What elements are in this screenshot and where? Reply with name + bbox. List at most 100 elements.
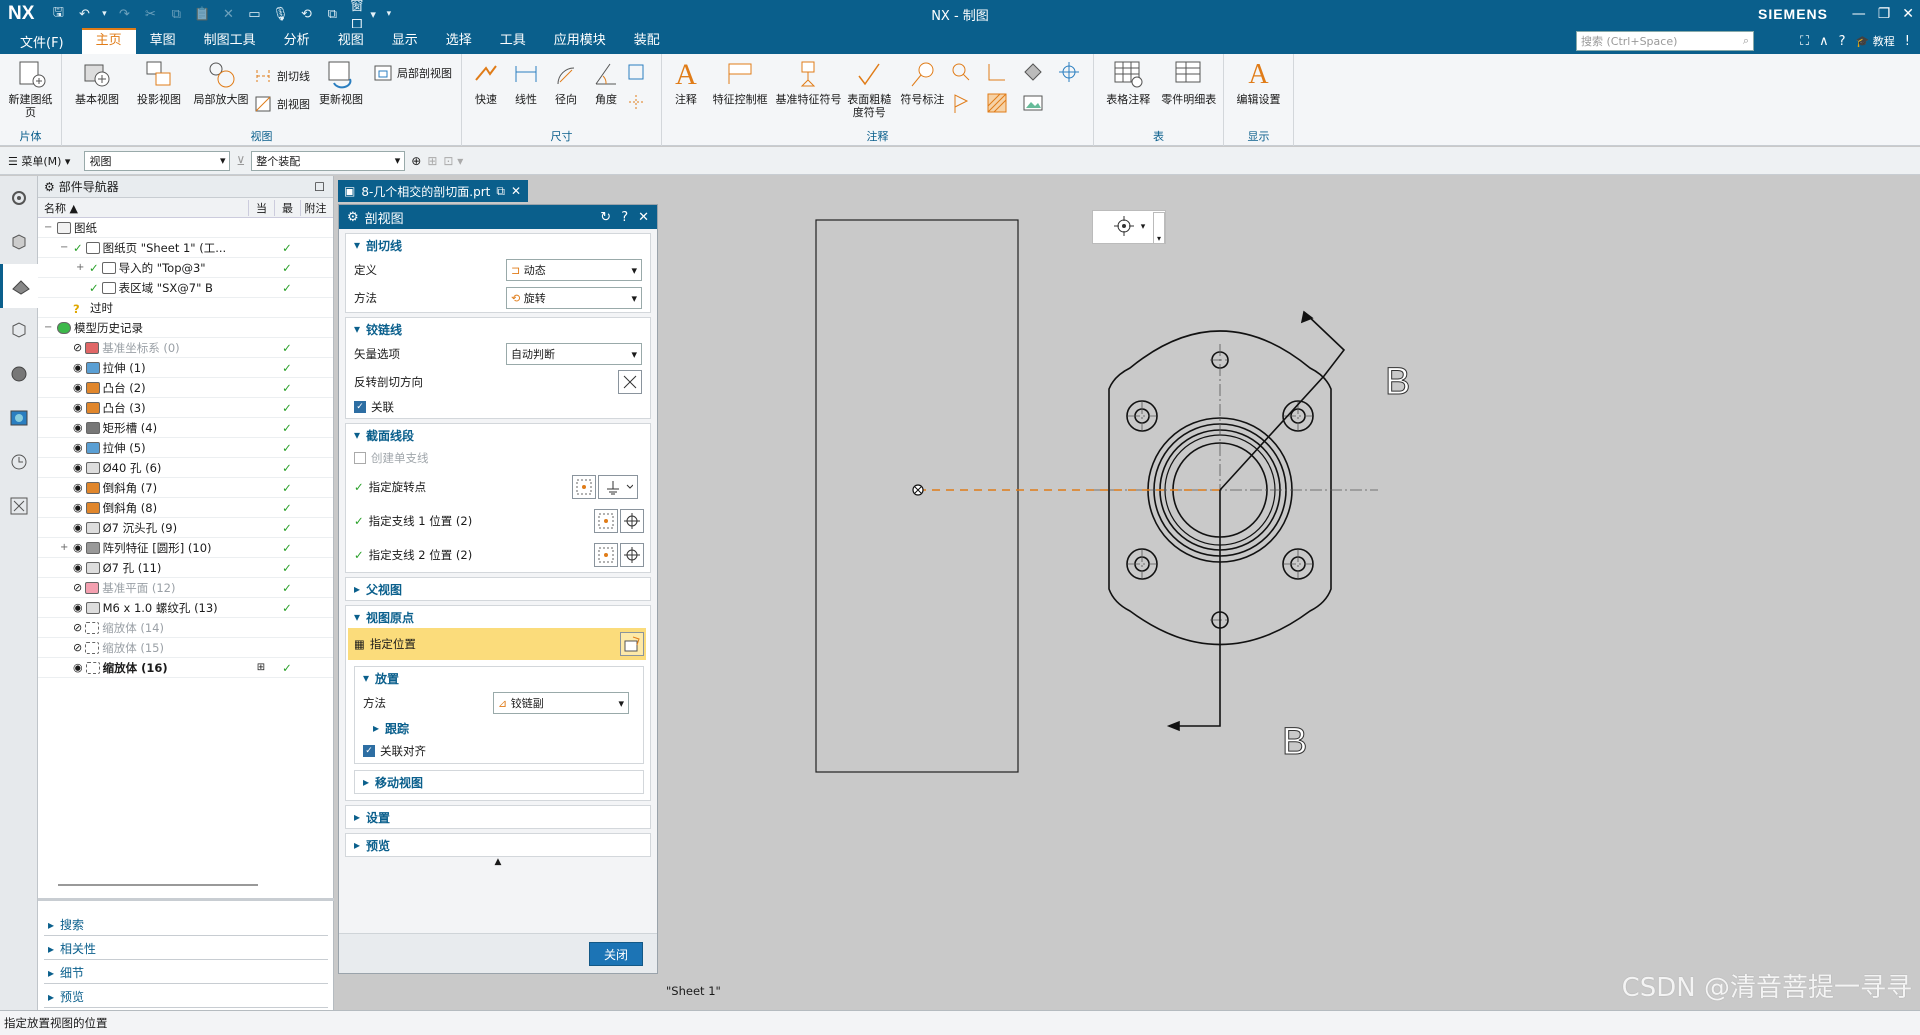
linear-dimension-button[interactable]: 线性: [506, 58, 546, 106]
expander-icon[interactable]: +: [76, 262, 86, 273]
visibility-eye-icon[interactable]: ◉: [73, 561, 83, 574]
point-dialog-button[interactable]: [572, 475, 596, 499]
constraint-navigator-icon[interactable]: [0, 308, 38, 352]
navigator-section-1[interactable]: ▸ 相关性: [44, 938, 328, 960]
break-out-section-button[interactable]: 局部剖视图: [372, 58, 452, 82]
rapid-dimension-button[interactable]: 快速: [466, 58, 506, 106]
tree-row[interactable]: ◉ M6 x 1.0 螺纹孔 (13) ✓: [38, 598, 333, 618]
column-note[interactable]: 附注: [300, 199, 330, 216]
filter-icon[interactable]: ⊻: [236, 154, 245, 168]
method-select[interactable]: ⟲ 旋转 ▾: [506, 287, 642, 309]
group-toggle-segments[interactable]: ▾ 截面线段: [346, 424, 650, 446]
detail-view-button[interactable]: 局部放大图: [190, 58, 252, 106]
checked-icon[interactable]: ✓: [73, 241, 83, 255]
associative-checkbox[interactable]: ✓: [354, 401, 366, 413]
settings-gear-icon[interactable]: [0, 176, 38, 220]
tree-row[interactable]: ◉ Ø7 沉头孔 (9) ✓: [38, 518, 333, 538]
group-toggle-preview[interactable]: ▸ 预览: [346, 834, 650, 856]
navigator-splitter[interactable]: [38, 898, 334, 901]
tree-row[interactable]: ⊘ 缩放体 (15): [38, 638, 333, 658]
tree-row[interactable]: ◉ 矩形槽 (4) ✓: [38, 418, 333, 438]
reset-icon[interactable]: ↻: [600, 210, 611, 225]
restore-icon[interactable]: ❐: [1878, 6, 1891, 22]
image-icon[interactable]: [1021, 91, 1053, 118]
group-toggle-hinge[interactable]: ▾ 铰链线: [346, 318, 650, 340]
tab-pin-icon[interactable]: ⧉: [496, 184, 505, 199]
tree-row[interactable]: − 模型历史记录: [38, 318, 333, 338]
alert-icon[interactable]: !: [1905, 34, 1910, 49]
navigator-gear-icon[interactable]: ⚙: [44, 180, 55, 194]
tab-0[interactable]: 主页: [81, 28, 136, 54]
angular-dimension-button[interactable]: 角度: [586, 58, 626, 106]
point-dialog-button[interactable]: [594, 509, 618, 533]
tree-row[interactable]: − ✓ 图纸页 "Sheet 1" (工... ✓: [38, 238, 333, 258]
navigator-section-2[interactable]: ▸ 细节: [44, 962, 328, 984]
hatch-icon[interactable]: [985, 91, 1017, 118]
snap-point-dropdown[interactable]: [598, 475, 638, 499]
touch-mode-icon[interactable]: ▭: [244, 4, 264, 24]
selection-scope-select[interactable]: 整个装配 ▾: [251, 150, 406, 171]
paste-icon[interactable]: 📋: [192, 4, 212, 24]
checked-icon[interactable]: ✓: [89, 281, 99, 295]
column-latest[interactable]: 最: [274, 199, 300, 216]
navigator-maximize-icon[interactable]: ☐: [314, 180, 325, 194]
window-menu[interactable]: 窗口 ▾: [348, 0, 378, 33]
parts-list-button[interactable]: 零件明细表: [1159, 58, 1220, 106]
file-menu[interactable]: 文件(F): [0, 32, 82, 51]
dialog-close-icon[interactable]: ✕: [638, 210, 649, 225]
group-toggle-move[interactable]: ▸ 移动视图: [355, 771, 643, 793]
column-name[interactable]: 名称 ▲: [38, 200, 248, 216]
tab-2[interactable]: 制图工具: [190, 28, 270, 54]
tree-row[interactable]: ⊘ 基准平面 (12) ✓: [38, 578, 333, 598]
save-icon[interactable]: 🖫: [48, 4, 68, 24]
single-branch-row[interactable]: 创建单支线: [346, 446, 650, 470]
visibility-eye-icon[interactable]: ◉: [73, 521, 83, 534]
drawing-canvas[interactable]: ▾ ▾ B B "Sheet 1" CSDN @清音菩提一寻寻: [660, 176, 1920, 1010]
snap-icon[interactable]: ⊞: [427, 154, 437, 168]
expander-icon[interactable]: −: [44, 322, 54, 333]
tab-9[interactable]: 装配: [620, 28, 674, 54]
datum-feature-button[interactable]: 基准特征符号: [774, 58, 842, 106]
associative-row[interactable]: ✓ 关联: [346, 396, 650, 418]
visibility-eye-icon[interactable]: ◉: [73, 501, 83, 514]
tab-close-icon[interactable]: ✕: [511, 184, 521, 198]
magnify-icon[interactable]: [949, 60, 981, 87]
tree-row[interactable]: ◉ 拉伸 (1) ✓: [38, 358, 333, 378]
tree-row[interactable]: ? 过时: [38, 298, 333, 318]
copy-icon[interactable]: ⧉: [166, 4, 186, 24]
expander-icon[interactable]: +: [60, 542, 70, 553]
single-branch-checkbox[interactable]: [354, 452, 366, 464]
tab-4[interactable]: 视图: [324, 28, 378, 54]
switch-window-icon[interactable]: ⧉: [322, 4, 342, 24]
tab-6[interactable]: 选择: [432, 28, 486, 54]
surface-finish-button[interactable]: 表面粗糙度符号: [843, 58, 896, 119]
section-line-branch-2[interactable]: [1166, 490, 1221, 732]
column-current[interactable]: 当: [248, 199, 274, 216]
section-line-branch-1[interactable]: [1219, 310, 1346, 491]
snap-dropdown-icon[interactable]: ⊡ ▾: [443, 154, 463, 168]
web-browser-icon[interactable]: [0, 396, 38, 440]
cut-icon[interactable]: ✂: [140, 4, 160, 24]
tree-row[interactable]: ◉ 拉伸 (5) ✓: [38, 438, 333, 458]
assoc-align-checkbox[interactable]: ✓: [363, 745, 375, 757]
visibility-eye-icon[interactable]: ◉: [73, 661, 83, 674]
group-toggle-parent[interactable]: ▸ 父视图: [346, 578, 650, 600]
visibility-eye-icon[interactable]: ⊘: [73, 581, 82, 594]
selection-options-icon[interactable]: ⊕: [411, 154, 421, 168]
tree-row[interactable]: + ◉ 阵列特征 [圆形] (10) ✓: [38, 538, 333, 558]
navigator-scrollbar[interactable]: [58, 884, 258, 886]
document-tab[interactable]: ▣ 8-几个相交的剖切面.prt ⧉ ✕: [338, 180, 528, 202]
weld-icon[interactable]: [985, 60, 1017, 87]
radial-dimension-button[interactable]: 径向: [546, 58, 586, 106]
tree-row[interactable]: + ✓ 导入的 "Top@3" ✓: [38, 258, 333, 278]
tree-row[interactable]: ◉ 凸台 (3) ✓: [38, 398, 333, 418]
crosshair-icon[interactable]: [620, 509, 644, 533]
tree-row[interactable]: ◉ 缩放体 (16) ⊞ ✓: [38, 658, 333, 678]
visibility-eye-icon[interactable]: ⊘: [73, 641, 82, 654]
edit-settings-button[interactable]: A 编辑设置: [1228, 58, 1289, 106]
expander-icon[interactable]: −: [60, 242, 70, 253]
mic-icon[interactable]: 🎙: [270, 4, 290, 24]
fullscreen-icon[interactable]: ⛶: [1800, 34, 1809, 49]
tutorial-link[interactable]: 🎓 教程: [1856, 33, 1895, 49]
checked-icon[interactable]: ✓: [89, 261, 99, 275]
